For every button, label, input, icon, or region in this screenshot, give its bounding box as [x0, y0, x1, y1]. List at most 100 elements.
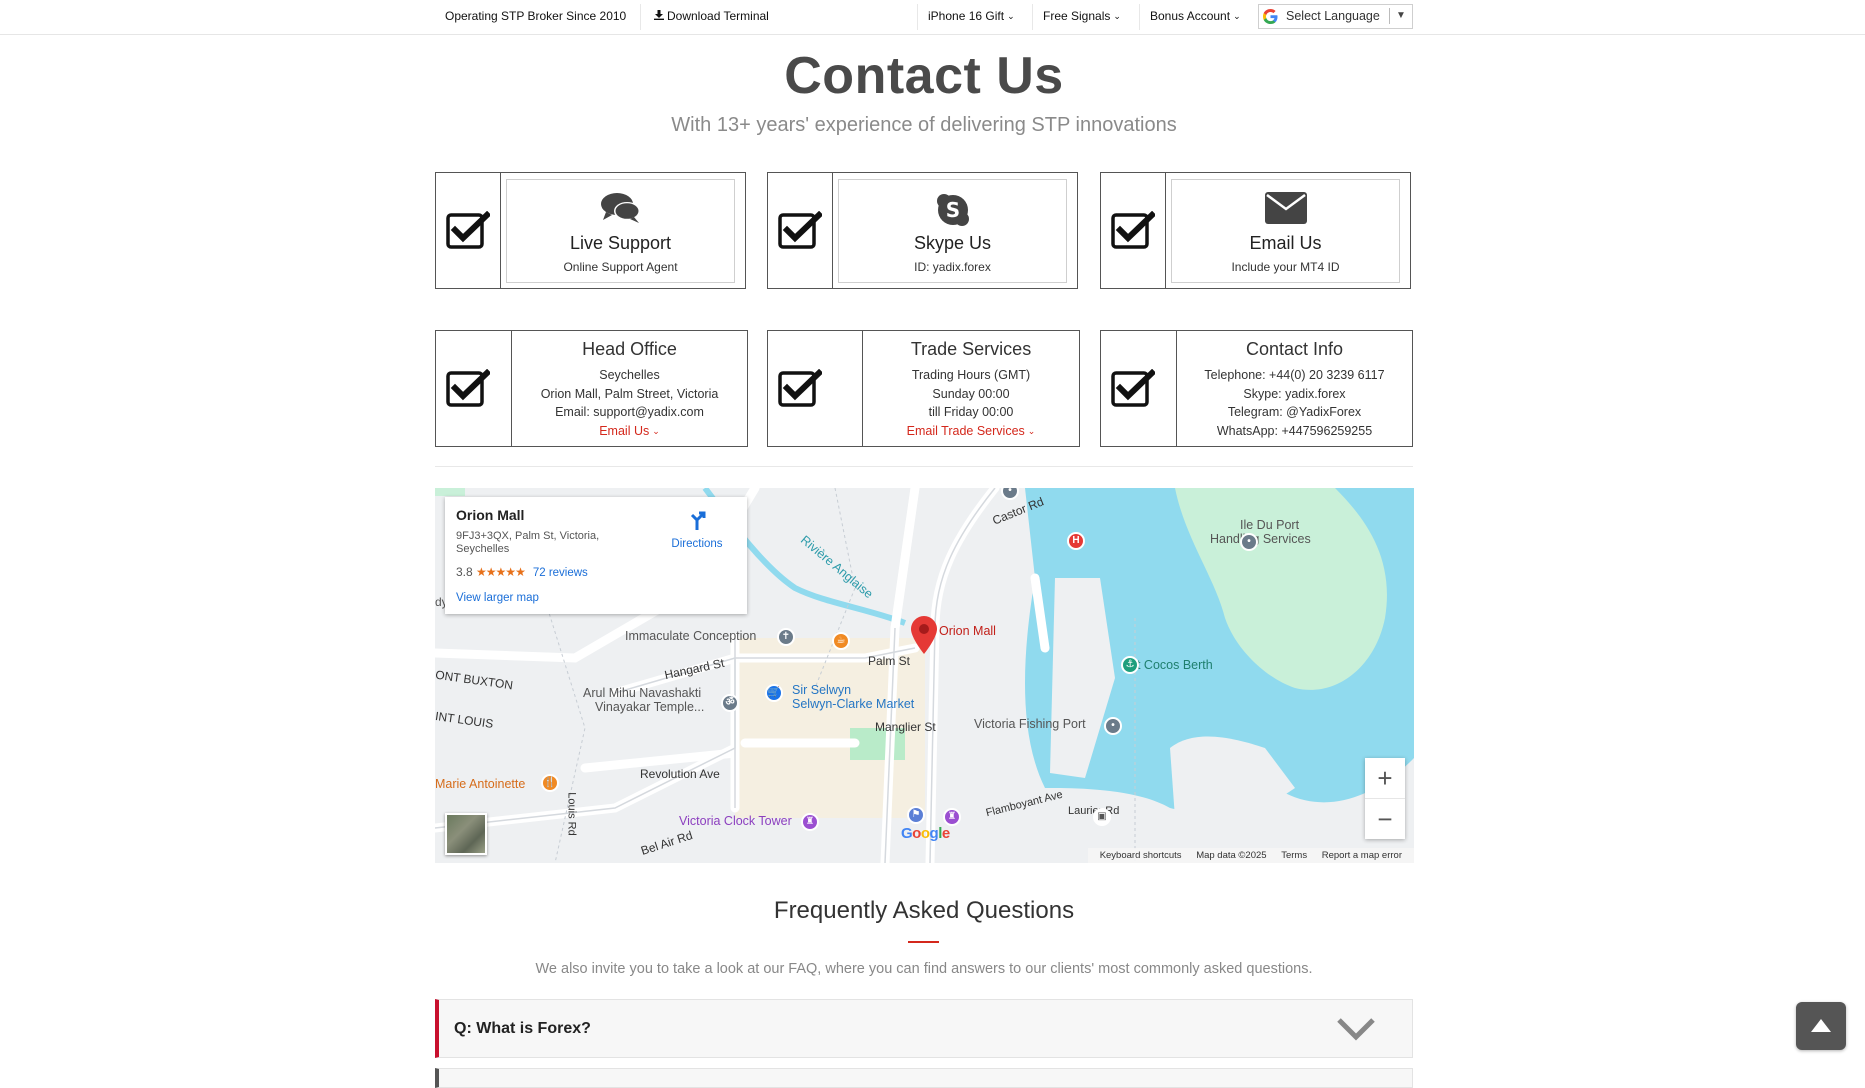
- card-subtitle: Include your MT4 ID: [1231, 260, 1340, 274]
- card-title: Head Office: [582, 339, 677, 359]
- map-label-clock-tower[interactable]: Victoria Clock Tower: [679, 814, 792, 828]
- map-attribution: Keyboard shortcuts Map data ©2025 Terms …: [1087, 848, 1414, 863]
- checkbox-check-icon: [446, 369, 490, 407]
- card-title: Email Us: [1249, 233, 1322, 253]
- place-address: 9FJ3+3QX, Palm St, Victoria, Seychelles: [456, 530, 600, 555]
- card-line: Orion Mall, Palm Street, Victoria: [540, 386, 719, 401]
- card-subtitle: ID: yadix.forex: [914, 260, 991, 274]
- live-support-card[interactable]: Live Support Online Support Agent: [435, 172, 746, 289]
- free-signals-menu[interactable]: Free Signals ⌄: [1043, 0, 1121, 34]
- report-error-link[interactable]: Report a map error: [1322, 850, 1402, 861]
- skype-icon: S: [936, 194, 969, 226]
- faq-title-underline: [908, 941, 939, 943]
- shopping-cart-icon[interactable]: 🛒: [765, 684, 783, 702]
- map-label-selwyn[interactable]: Sir Selwyn: [792, 683, 851, 697]
- map-label-arul-2[interactable]: Vinayakar Temple...: [595, 700, 704, 714]
- scroll-to-top-button[interactable]: [1796, 1002, 1846, 1050]
- contact-info-card: Contact Info Telephone: +44(0) 20 3239 6…: [1100, 330, 1413, 447]
- top-bar: Operating STP Broker Since 2010 Download…: [0, 0, 1865, 35]
- arrow-up-icon: [1811, 1019, 1831, 1032]
- email-us-link[interactable]: Email Us ⌄: [512, 422, 747, 442]
- card-line: Seychelles: [599, 368, 660, 382]
- temple-icon[interactable]: ॐ: [721, 694, 739, 712]
- ferry-icon[interactable]: ⚓: [1121, 656, 1139, 674]
- google-logo: Google: [901, 825, 950, 842]
- faq-item[interactable]: Q: What is Forex?: [435, 999, 1413, 1058]
- map-label-arul[interactable]: Arul Mihu Navashakti: [583, 686, 701, 700]
- download-icon: [654, 10, 664, 20]
- hospital-icon[interactable]: H: [1067, 532, 1085, 550]
- satellite-toggle[interactable]: [445, 813, 487, 855]
- map-label-fishing-port[interactable]: Victoria Fishing Port: [974, 717, 1086, 731]
- place-marker-icon[interactable]: •: [1240, 533, 1258, 551]
- bus-stop-icon[interactable]: ▣: [1093, 808, 1111, 826]
- location-pin-icon[interactable]: [911, 616, 937, 654]
- card-line: Telephone: +44(0) 20 3239 6117: [1204, 368, 1385, 382]
- card-title: Trade Services: [910, 339, 1032, 359]
- chevron-down-icon: [1337, 1018, 1375, 1041]
- landmark-icon[interactable]: ♜: [943, 808, 961, 826]
- chevron-down-icon: ⌄: [1007, 11, 1015, 21]
- terms-link[interactable]: Terms: [1281, 850, 1307, 861]
- bonus-account-menu[interactable]: Bonus Account ⌄: [1150, 0, 1241, 34]
- email-card[interactable]: Email Us Include your MT4 ID: [1100, 172, 1411, 289]
- head-office-card: Head Office Seychelles Orion Mall, Palm …: [435, 330, 748, 447]
- restaurant-icon[interactable]: 🍴: [541, 774, 559, 792]
- police-icon[interactable]: ⚑: [907, 806, 925, 824]
- chevron-down-icon: ⌄: [1233, 11, 1241, 21]
- email-trade-services-link[interactable]: Email Trade Services ⌄: [863, 422, 1079, 442]
- zoom-out-button[interactable]: −: [1365, 799, 1405, 839]
- map-label-handling[interactable]: Handling Services: [1210, 532, 1311, 546]
- faq-question: Q: What is Forex?: [454, 1020, 591, 1037]
- chevron-down-icon: ⌄: [652, 425, 660, 436]
- page-subtitle: With 13+ years' experience of delivering…: [671, 114, 1177, 136]
- cafe-icon[interactable]: ☕: [832, 632, 850, 650]
- checkbox-check-icon: [1111, 211, 1155, 249]
- church-icon[interactable]: ✝: [777, 628, 795, 646]
- map-embed[interactable]: Orion Mall Immaculate Conception Palm St…: [435, 488, 1414, 863]
- card-line: Skype: yadix.forex: [1243, 386, 1346, 401]
- card-line: till Friday 00:00: [928, 405, 1014, 419]
- card-line: WhatsApp: +447596259255: [1216, 423, 1373, 438]
- reviews-link[interactable]: 72 reviews: [533, 567, 588, 579]
- chevron-down-icon: ⌄: [1027, 425, 1036, 436]
- zoom-controls: + −: [1365, 758, 1405, 839]
- map-label-louis-rd: Louis Rd: [565, 792, 578, 836]
- map-label-palm-st: Palm St: [868, 654, 911, 668]
- language-select[interactable]: Select Language ▼: [1258, 4, 1413, 29]
- card-subtitle: Online Support Agent: [563, 260, 678, 274]
- chat-icon: [600, 193, 640, 223]
- place-rating: 3.8 ★★★★★ 72 reviews: [456, 565, 588, 579]
- keyboard-shortcuts-link[interactable]: Keyboard shortcuts: [1100, 850, 1182, 861]
- map-label-manglier: Manglier St: [875, 720, 936, 734]
- faq-description: We also invite you to take a look at our…: [535, 961, 1313, 977]
- place-name: Orion Mall: [456, 507, 525, 523]
- checkbox-check-icon: [778, 369, 822, 407]
- map-label-ile[interactable]: Ile Du Port: [1240, 518, 1299, 532]
- download-terminal-link[interactable]: Download Terminal: [654, 0, 769, 34]
- map-data-text: Map data ©2025: [1196, 850, 1267, 861]
- place-info-card: Orion Mall 9FJ3+3QX, Palm St, Victoria, …: [445, 497, 747, 614]
- card-line: Trading Hours (GMT): [911, 368, 1031, 382]
- star-rating: ★★★★★: [476, 565, 526, 579]
- view-larger-map-link[interactable]: View larger map: [456, 592, 539, 604]
- iphone-gift-menu[interactable]: iPhone 16 Gift ⌄: [928, 0, 1015, 34]
- map-label-marie[interactable]: Marie Antoinette: [435, 777, 525, 791]
- card-line: Sunday 00:00: [932, 386, 1010, 401]
- map-label-immaculate[interactable]: Immaculate Conception: [625, 629, 756, 643]
- skype-card[interactable]: S Skype Us ID: yadix.forex: [767, 172, 1078, 289]
- section-divider: [435, 466, 1413, 467]
- svg-text:S: S: [945, 198, 959, 222]
- card-title: Skype Us: [913, 233, 992, 253]
- landmark-icon[interactable]: ♜: [801, 813, 819, 831]
- dropdown-arrow-icon: ▼: [1389, 8, 1412, 24]
- map-label-selwyn-2[interactable]: Selwyn-Clarke Market: [792, 697, 914, 711]
- directions-button[interactable]: Directions: [667, 509, 727, 550]
- card-line: Telegram: @YadixForex: [1227, 405, 1362, 419]
- zoom-in-button[interactable]: +: [1365, 758, 1405, 798]
- faq-item[interactable]: [435, 1068, 1413, 1088]
- map-label-orion[interactable]: Orion Mall: [939, 624, 996, 638]
- tagline: Operating STP Broker Since 2010: [445, 9, 627, 23]
- directions-icon: [690, 511, 706, 530]
- place-marker-icon[interactable]: •: [1104, 717, 1122, 735]
